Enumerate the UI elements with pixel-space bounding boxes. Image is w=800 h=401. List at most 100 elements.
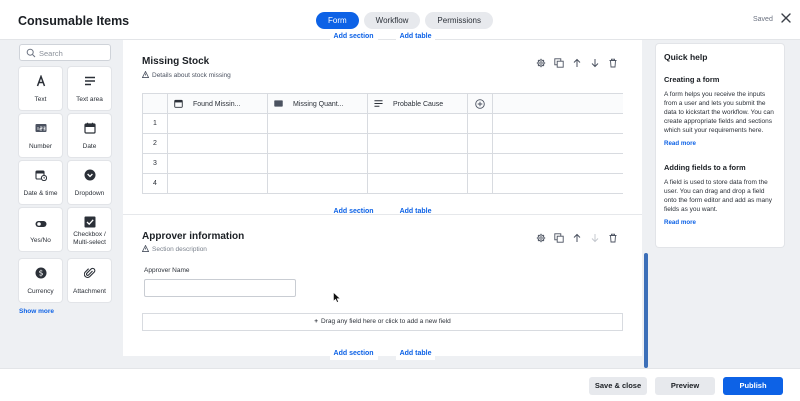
add-column-header[interactable] <box>467 93 493 114</box>
palette-item-label: Attachment <box>73 288 106 295</box>
section-toolbar <box>536 58 618 68</box>
palette-item-yes-no[interactable]: Yes/No <box>19 208 62 251</box>
palette-item-label: Number <box>28 143 53 150</box>
column-header[interactable]: Found Missin... <box>167 93 268 114</box>
table-header-row: Found Missin... Missing Quant... Probabl… <box>142 93 623 114</box>
canvas-scrollbar-thumb[interactable] <box>644 253 648 368</box>
date-time-icon <box>34 170 47 181</box>
warning-icon <box>142 245 149 252</box>
palette-item-label: Date & time <box>23 190 58 197</box>
add-section-link[interactable]: Add section <box>329 350 378 360</box>
table-cell[interactable] <box>367 173 468 194</box>
move-up-icon[interactable] <box>572 58 582 68</box>
palette-item-label: Checkbox / Multi-select <box>73 231 106 246</box>
table-cell[interactable] <box>267 113 368 134</box>
drop-zone[interactable]: + Drag any field here or click to add a n… <box>142 313 623 331</box>
row-number-header <box>142 93 168 114</box>
close-icon[interactable] <box>780 12 792 24</box>
quick-help-title: Quick help <box>664 52 708 62</box>
number-icon <box>35 124 46 132</box>
approver-name-input[interactable] <box>144 279 296 297</box>
field-palette: Search Text Text area Number Date Date &… <box>10 40 120 368</box>
palette-search-input[interactable]: Search <box>19 44 111 61</box>
checkbox-icon <box>84 216 95 228</box>
column-header-label: Probable Cause <box>393 101 444 108</box>
calendar-icon <box>174 99 183 108</box>
table-cell[interactable] <box>267 173 368 194</box>
section-description[interactable]: Details about stock missing <box>142 71 231 79</box>
palette-item-text[interactable]: Text <box>19 67 62 110</box>
add-section-link[interactable]: Add section <box>329 33 378 43</box>
section-description-text: Section description <box>152 246 207 253</box>
palette-item-dropdown[interactable]: Dropdown <box>68 161 111 204</box>
add-row-middle: Add section Add table <box>123 208 642 218</box>
table-cell[interactable] <box>167 113 268 134</box>
move-up-icon[interactable] <box>572 233 582 243</box>
palette-item-label: Text area <box>76 96 103 103</box>
gear-icon[interactable] <box>536 58 546 68</box>
table-cell[interactable] <box>167 153 268 174</box>
section-title[interactable]: Missing Stock <box>142 56 209 67</box>
search-placeholder: Search <box>39 49 63 58</box>
tab-workflow[interactable]: Workflow <box>363 12 421 29</box>
palette-item-label: Dropdown <box>74 190 105 197</box>
palette-item-text-area[interactable]: Text area <box>68 67 111 110</box>
duplicate-icon[interactable] <box>554 58 564 68</box>
table-cell[interactable] <box>367 133 468 154</box>
table-cell[interactable] <box>167 133 268 154</box>
saved-status: Saved <box>753 16 773 23</box>
tab-permissions[interactable]: Permissions <box>425 12 493 29</box>
palette-item-date-time[interactable]: Date & time <box>19 161 62 204</box>
save-close-button[interactable]: Save & close <box>589 377 647 395</box>
gear-icon[interactable] <box>536 233 546 243</box>
palette-item-date[interactable]: Date <box>68 114 111 157</box>
table-row: 4 <box>142 173 623 194</box>
show-more-link[interactable]: Show more <box>19 308 54 315</box>
add-column-icon[interactable] <box>475 98 485 109</box>
table-cell <box>492 133 623 154</box>
palette-item-currency[interactable]: $ Currency <box>19 259 62 302</box>
delete-icon[interactable] <box>608 58 618 68</box>
drop-zone-text: Drag any field here or click to add a ne… <box>321 318 451 325</box>
quick-help-panel: Quick help Creating a form A form helps … <box>656 44 784 247</box>
app-title: Consumable Items <box>18 14 130 28</box>
table-cell <box>467 133 493 154</box>
help-topic-body: A form helps you receive the inputs from… <box>664 91 774 134</box>
duplicate-icon[interactable] <box>554 233 564 243</box>
preview-button[interactable]: Preview <box>655 377 715 395</box>
palette-item-checkbox[interactable]: Checkbox / Multi-select <box>68 208 111 251</box>
section-title[interactable]: Approver information <box>142 231 244 242</box>
add-table-link[interactable]: Add table <box>395 350 436 360</box>
table-cell[interactable] <box>367 113 468 134</box>
table-row: 1 <box>142 113 623 134</box>
column-header[interactable]: Missing Quant... <box>267 93 368 114</box>
section-description-text: Details about stock missing <box>152 72 231 79</box>
delete-icon[interactable] <box>608 233 618 243</box>
publish-button[interactable]: Publish <box>723 377 783 395</box>
table-cell <box>467 153 493 174</box>
table-cell[interactable] <box>167 173 268 194</box>
add-table-link[interactable]: Add table <box>395 33 436 43</box>
palette-item-number[interactable]: Number <box>19 114 62 157</box>
table-cell <box>492 153 623 174</box>
column-header-label: Missing Quant... <box>293 101 344 108</box>
column-header[interactable]: Probable Cause <box>367 93 468 114</box>
add-table-link[interactable]: Add table <box>395 208 436 218</box>
table-cell[interactable] <box>267 133 368 154</box>
form-canvas: Add section Add table Missing Stock Deta… <box>123 33 642 360</box>
palette-item-attachment[interactable]: Attachment <box>68 259 111 302</box>
table-cell <box>467 113 493 134</box>
read-more-link[interactable]: Read more <box>664 219 776 226</box>
plus-icon: + <box>314 318 319 325</box>
search-icon <box>26 48 36 58</box>
text-area-icon <box>84 76 95 86</box>
move-down-icon[interactable] <box>590 58 600 68</box>
table-cell[interactable] <box>267 153 368 174</box>
palette-item-label: Date <box>82 143 97 150</box>
tab-form[interactable]: Form <box>316 12 359 29</box>
read-more-link[interactable]: Read more <box>664 140 776 147</box>
table-cell[interactable] <box>367 153 468 174</box>
currency-icon: $ <box>35 267 46 279</box>
add-section-link[interactable]: Add section <box>329 208 378 218</box>
section-description[interactable]: Section description <box>142 245 207 253</box>
